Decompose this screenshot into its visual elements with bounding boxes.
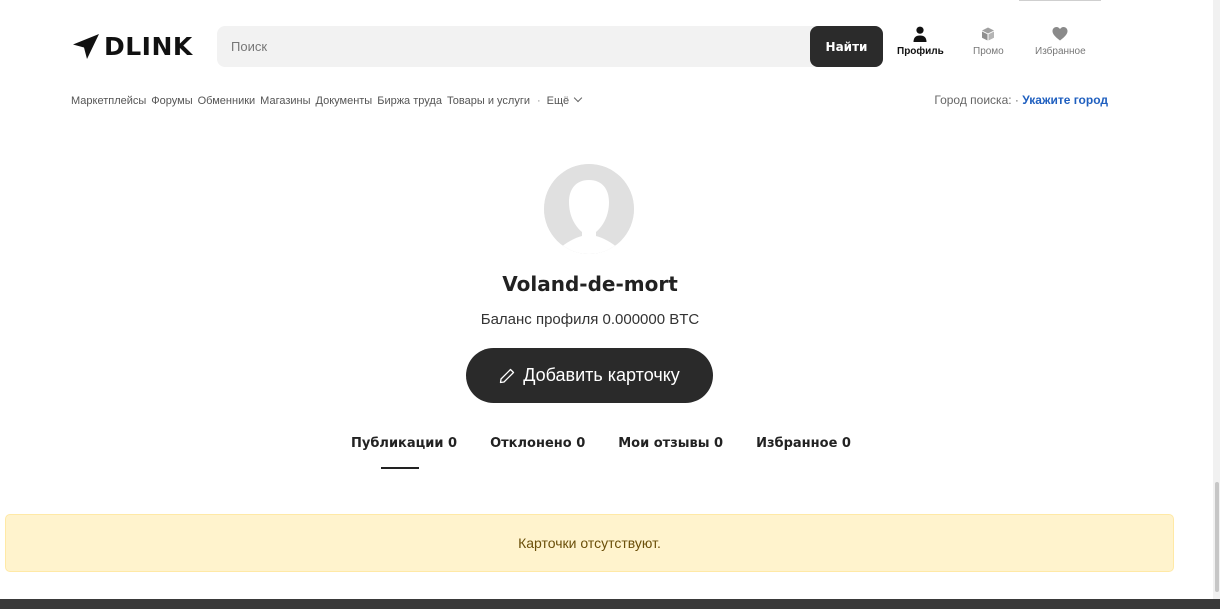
logo[interactable]: DLINK xyxy=(71,31,193,61)
user-icon xyxy=(913,26,927,42)
add-card-button[interactable]: Добавить карточку xyxy=(466,348,713,403)
nav-label: Профиль xyxy=(897,46,944,57)
tab-publications[interactable]: Публикации 0 xyxy=(351,436,457,469)
send-arrow-icon xyxy=(73,34,99,59)
add-card-label: Добавить карточку xyxy=(523,365,680,385)
tab-rejected[interactable]: Отклонено 0 xyxy=(490,436,585,451)
separator-dot: · xyxy=(537,95,541,107)
city-selector: Город поиска: · Укажите город xyxy=(934,93,1108,107)
category-marketplaces[interactable]: Маркетплейсы xyxy=(71,95,146,107)
pencil-icon xyxy=(500,368,515,383)
nav-favorites[interactable]: Избранное xyxy=(1035,26,1086,57)
box-icon xyxy=(982,27,995,41)
default-avatar-icon xyxy=(544,164,634,254)
more-label: Ещё xyxy=(546,95,570,107)
profile-balance: Баланс профиля 0.000000 BTC xyxy=(480,311,700,328)
alert-text: Карточки отсутствуют. xyxy=(518,535,661,551)
chevron-down-icon xyxy=(573,93,583,103)
heart-icon xyxy=(1052,27,1068,41)
tab-my-reviews[interactable]: Мои отзывы 0 xyxy=(618,436,723,451)
scrollbar-thumb[interactable] xyxy=(1215,482,1219,592)
search-bar: Найти xyxy=(217,26,883,67)
category-exchangers[interactable]: Обменники xyxy=(198,95,256,107)
nav-profile[interactable]: Профиль xyxy=(897,26,944,57)
search-button[interactable]: Найти xyxy=(810,26,883,67)
header: DLINK Найти Профиль Промо Избранное xyxy=(0,0,1213,82)
category-shops[interactable]: Магазины xyxy=(260,95,310,107)
nav-promo[interactable]: Промо xyxy=(973,26,1004,57)
footer xyxy=(0,599,1220,609)
category-documents[interactable]: Документы xyxy=(316,95,373,107)
logo-text: DLINK xyxy=(104,31,193,61)
username: Voland-de-mort xyxy=(502,272,678,296)
city-label: Город поиска: · xyxy=(934,93,1019,107)
more-menu[interactable]: Ещё xyxy=(546,93,583,107)
empty-cards-alert: Карточки отсутствуют. xyxy=(5,514,1174,572)
category-job-board[interactable]: Биржа труда xyxy=(377,95,442,107)
search-input[interactable] xyxy=(217,26,807,67)
tab-favorites[interactable]: Избранное 0 xyxy=(756,436,851,451)
category-goods-services[interactable]: Товары и услуги xyxy=(447,95,530,107)
nav-label: Избранное xyxy=(1035,46,1086,57)
city-link[interactable]: Укажите город xyxy=(1022,93,1108,107)
category-nav: Маркетплейсы Форумы Обменники Магазины Д… xyxy=(71,93,586,109)
category-forums[interactable]: Форумы xyxy=(151,95,192,107)
nav-label: Промо xyxy=(973,46,1004,57)
profile-tabs: Публикации 0 Отклонено 0 Мои отзывы 0 Из… xyxy=(351,436,884,469)
avatar xyxy=(544,164,634,254)
